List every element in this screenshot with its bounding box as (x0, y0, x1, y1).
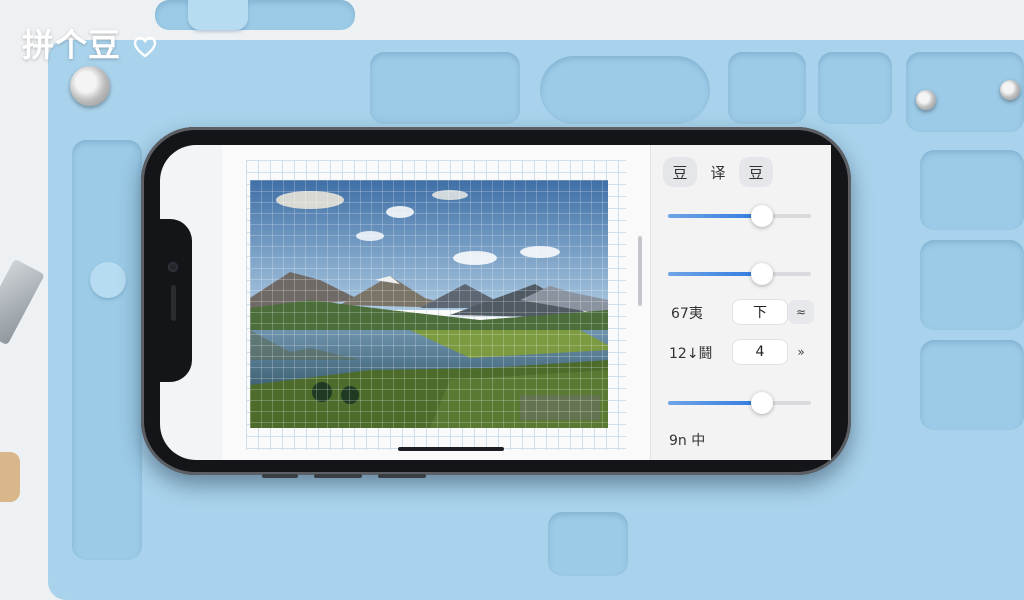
speaker-grille (171, 285, 176, 321)
row2-label: 12↓鬪 (669, 346, 713, 362)
home-indicator[interactable] (398, 447, 504, 451)
double-chevron-right-icon[interactable]: » (788, 340, 814, 364)
mat-slot (920, 340, 1024, 430)
tab-bead[interactable]: 豆 (663, 157, 697, 187)
screw (70, 66, 110, 106)
double-chevron-up-icon[interactable]: ≈ (788, 300, 814, 324)
mat-knob (90, 262, 126, 298)
slider-2[interactable] (668, 263, 811, 285)
row1-value-field[interactable]: 下 (733, 300, 787, 324)
row2-value-field[interactable]: 4 (733, 340, 787, 364)
mat-slot (370, 52, 520, 124)
slider-thumb[interactable] (751, 263, 774, 285)
tab-bead-alt[interactable]: 豆 (739, 157, 773, 187)
front-camera (168, 262, 178, 272)
board-scrollbar[interactable] (638, 236, 642, 306)
notch (160, 219, 192, 382)
mat-slot (540, 56, 710, 124)
slider-thumb[interactable] (751, 205, 774, 227)
screw (916, 90, 936, 110)
mat-slot (920, 150, 1024, 230)
tool-handle (0, 452, 20, 502)
watermark-text: 拼个豆 (22, 26, 122, 64)
tab-translate[interactable]: 译 (701, 157, 735, 187)
mat-slot (728, 52, 806, 124)
phone-side-button (262, 474, 298, 478)
screw (1000, 80, 1020, 100)
mat-slot (548, 512, 628, 576)
slider-3[interactable] (668, 392, 811, 414)
mat-slot (920, 240, 1024, 330)
watermark: 拼个豆 (22, 20, 157, 66)
mat-knob (188, 0, 248, 30)
puzzle-image[interactable] (250, 180, 608, 428)
footer-label: 9n 中 (669, 433, 706, 449)
row2-value: 4 (755, 344, 765, 360)
mat-slot (818, 52, 892, 124)
heart-icon (133, 36, 157, 58)
row1-label: 67夷 (671, 306, 703, 322)
phone-side-button (314, 474, 362, 478)
row1-value: 下 (753, 305, 767, 321)
phone-side-button (378, 474, 426, 478)
mat-slot (72, 140, 142, 560)
slider-1[interactable] (668, 205, 811, 227)
mat-slot (155, 0, 355, 30)
slider-thumb[interactable] (751, 392, 774, 414)
tweezers (0, 258, 45, 346)
